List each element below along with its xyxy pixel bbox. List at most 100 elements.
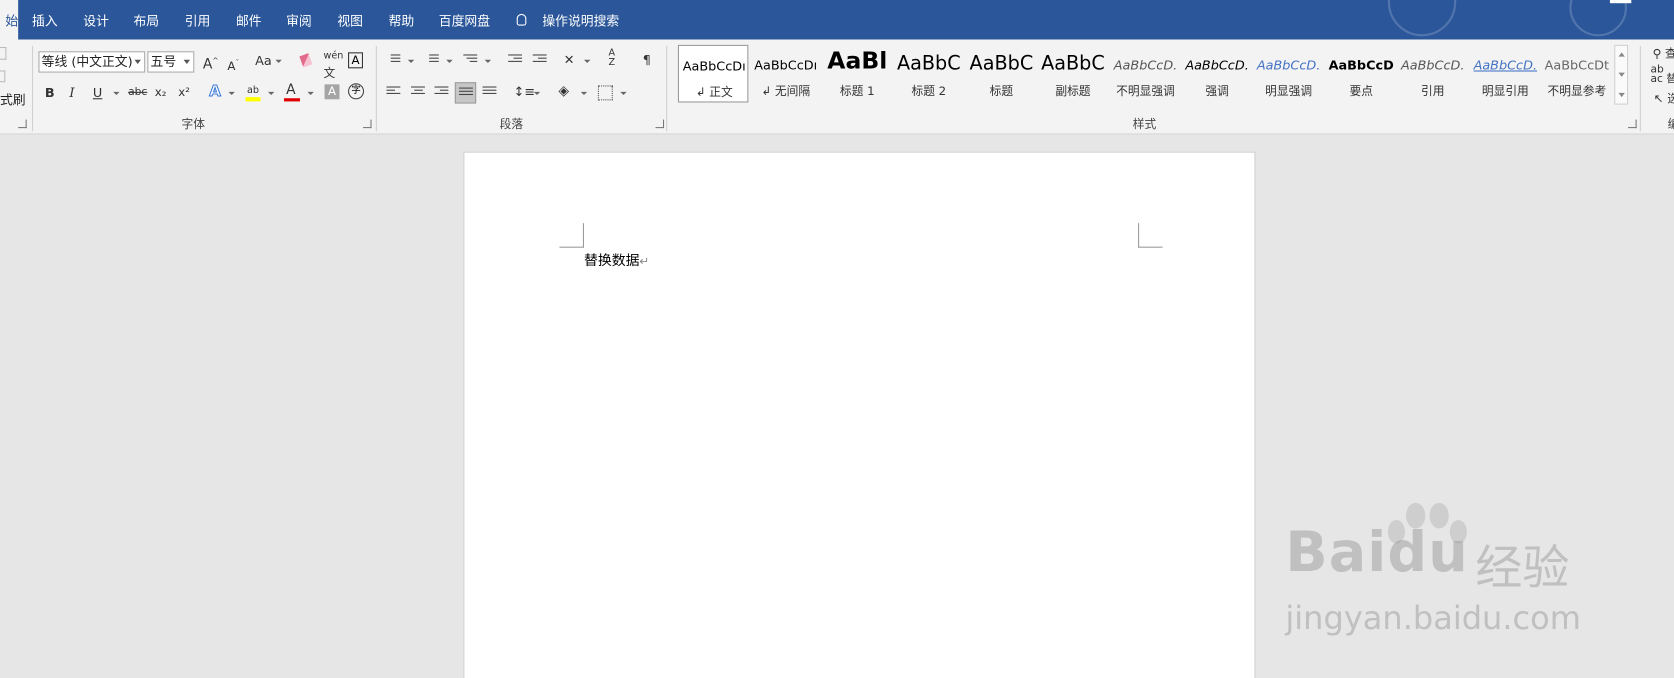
crop-mark-top-left: [559, 223, 584, 248]
style-preview: AaBbCcD.: [1113, 57, 1178, 73]
style-intense-emphasis[interactable]: AaBbCcD. 明显强调: [1253, 45, 1323, 103]
chevron-down-icon[interactable]: [267, 91, 275, 96]
paragraph-launcher-icon[interactable]: [655, 119, 665, 129]
numbering-icon[interactable]: [425, 54, 439, 66]
enclose-char-button[interactable]: 字: [348, 83, 365, 100]
show-marks-icon[interactable]: ¶: [643, 51, 651, 68]
shrink-font-button[interactable]: Aˇ: [227, 54, 239, 75]
replace-button[interactable]: abac 替: [1651, 65, 1674, 85]
tab-references[interactable]: 引用: [185, 0, 211, 40]
clipboard-launcher-icon[interactable]: [18, 119, 27, 129]
document-body-text[interactable]: 替换数据↵: [584, 249, 649, 269]
chevron-down-icon[interactable]: [275, 59, 282, 63]
clear-formatting-icon[interactable]: [299, 53, 313, 68]
style-heading-1[interactable]: AaBl 标题 1: [822, 45, 892, 103]
chevron-down-icon[interactable]: [1618, 72, 1625, 77]
shading-bucket-icon[interactable]: ◈: [558, 83, 569, 100]
char-border-icon[interactable]: A: [348, 52, 363, 69]
align-left-icon[interactable]: [386, 86, 401, 98]
sort-icon[interactable]: AZ: [609, 49, 616, 68]
phonetic-guide-icon[interactable]: wén 文: [323, 48, 343, 83]
bullets-icon[interactable]: [386, 54, 401, 66]
paragraph-mark: ↵: [639, 254, 650, 268]
chinese-layout-icon[interactable]: ✕: [564, 51, 575, 68]
style-subtle-reference[interactable]: AaBbCcDt 不明显参考: [1542, 45, 1612, 103]
chevron-down-icon[interactable]: [446, 59, 453, 63]
style-subtitle[interactable]: AaBbC 副标题: [1038, 45, 1108, 103]
style-normal[interactable]: AaBbCcDı ↲ 正文: [677, 44, 749, 103]
chevron-down-icon[interactable]: [583, 59, 591, 63]
find-button[interactable]: ⚲ 查: [1653, 46, 1674, 63]
style-label: 标题 1: [839, 84, 875, 99]
highlight-pen-icon[interactable]: ab: [246, 85, 261, 96]
bold-button[interactable]: B: [45, 84, 55, 101]
tab-baidu-netdisk[interactable]: 百度网盘: [439, 0, 490, 40]
chevron-down-icon[interactable]: [580, 91, 588, 96]
multilevel-list-icon[interactable]: [463, 54, 478, 66]
style-emphasis[interactable]: AaBbCcD. 强调: [1182, 45, 1252, 103]
tab-view[interactable]: 视图: [337, 0, 363, 40]
grow-font-button[interactable]: A^: [203, 52, 219, 74]
font-size-select[interactable]: 五号: [147, 51, 195, 73]
decor-circle: [1569, 0, 1628, 37]
distributed-icon[interactable]: [482, 86, 497, 98]
styles-launcher-icon[interactable]: [1628, 119, 1637, 129]
style-title[interactable]: AaBbC 标题: [966, 45, 1036, 103]
italic-button[interactable]: I: [69, 84, 74, 101]
crop-mark-top-right: [1138, 223, 1163, 248]
tab-help[interactable]: 帮助: [389, 0, 415, 40]
format-painter-label[interactable]: 式刷: [0, 92, 26, 109]
subscript-button[interactable]: x₂: [155, 84, 167, 101]
tab-design[interactable]: 设计: [83, 0, 109, 40]
style-preview: AaBbCcD.: [1400, 57, 1465, 73]
style-heading-2[interactable]: AaBbC 标题 2: [894, 45, 964, 103]
document-page[interactable]: 替换数据↵: [463, 151, 1256, 678]
select-button[interactable]: ↖ 选: [1654, 91, 1674, 108]
style-preview: AaBbCcDı: [754, 57, 818, 73]
ribbon-tab-bar: 始 插入 设计 布局 引用 邮件 审阅 视图 帮助 百度网盘 操作说明搜索: [0, 0, 1674, 40]
styles-gallery-scroll[interactable]: [1614, 44, 1629, 105]
chevron-down-icon[interactable]: [484, 59, 492, 63]
font-group-label: 字体: [181, 117, 205, 132]
borders-icon[interactable]: [597, 85, 613, 101]
style-intense-quote[interactable]: AaBbCcD. 明显引用: [1470, 45, 1540, 103]
copy-icon[interactable]: [0, 70, 6, 83]
strikethrough-button[interactable]: abc: [128, 84, 147, 101]
tab-mailings[interactable]: 邮件: [236, 0, 262, 40]
underline-button[interactable]: U: [93, 84, 102, 101]
decrease-indent-icon[interactable]: [508, 54, 523, 66]
chevron-down-icon[interactable]: [620, 91, 627, 96]
style-strong[interactable]: AaBbCcD 要点: [1326, 45, 1396, 103]
superscript-button[interactable]: x²: [178, 84, 190, 101]
text-effects-button[interactable]: A: [209, 83, 222, 101]
style-label: 副标题: [1055, 84, 1091, 99]
tell-me-search[interactable]: 操作说明搜索: [542, 0, 619, 40]
tab-home[interactable]: 始: [0, 0, 19, 40]
align-center-icon[interactable]: [411, 86, 425, 98]
style-subtle-emphasis[interactable]: AaBbCcD. 不明显强调: [1110, 45, 1180, 103]
justify-icon: [459, 87, 473, 100]
chevron-down-icon[interactable]: [307, 91, 314, 96]
char-shading-button[interactable]: A: [324, 84, 340, 100]
style-quote[interactable]: AaBbCcD. 引用: [1397, 45, 1467, 103]
more-styles-icon[interactable]: [1618, 92, 1625, 98]
chevron-down-icon[interactable]: [407, 59, 415, 63]
chevron-down-icon[interactable]: [228, 91, 235, 96]
font-family-select[interactable]: 等线 (中文正文): [38, 51, 146, 73]
cut-icon[interactable]: [0, 46, 7, 60]
chevron-down-icon[interactable]: [533, 91, 541, 96]
tab-layout[interactable]: 布局: [133, 0, 159, 40]
increase-indent-icon[interactable]: [532, 54, 547, 66]
style-no-spacing[interactable]: AaBbCcDı ↲ 无间隔: [751, 45, 821, 103]
chevron-down-icon[interactable]: [113, 91, 120, 96]
justify-button[interactable]: [454, 82, 477, 104]
tab-insert[interactable]: 插入: [32, 0, 58, 40]
line-spacing-icon[interactable]: ↕≡: [514, 83, 535, 100]
tab-review[interactable]: 审阅: [286, 0, 312, 40]
font-color-button[interactable]: A: [286, 82, 296, 99]
font-launcher-icon[interactable]: [362, 119, 372, 129]
align-right-icon[interactable]: [434, 86, 449, 98]
chevron-up-icon[interactable]: [1618, 52, 1625, 57]
change-case-button[interactable]: Aa: [255, 52, 272, 69]
style-preview: AaBbCcDı: [682, 58, 746, 74]
